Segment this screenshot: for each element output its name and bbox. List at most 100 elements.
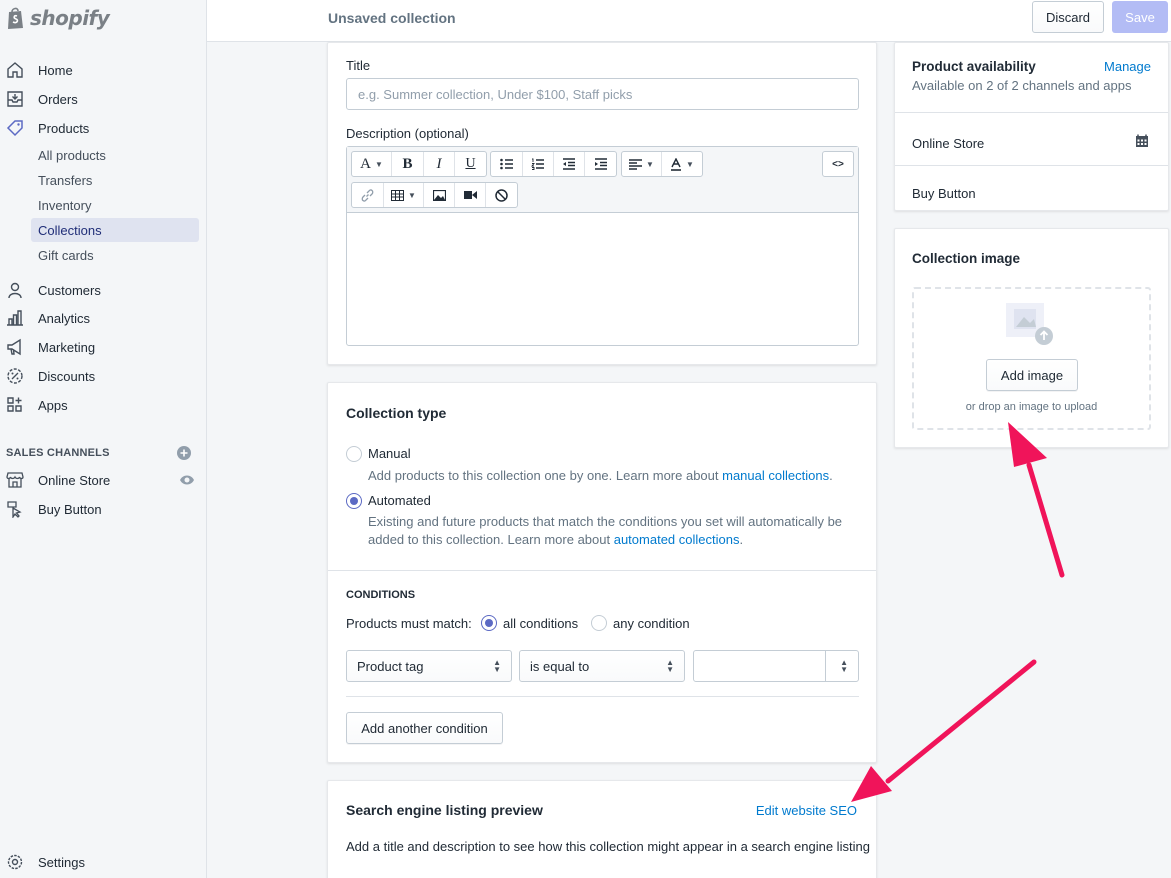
numbered-list-button[interactable] <box>523 152 554 176</box>
italic-button[interactable]: I <box>424 152 455 176</box>
condition-field-select[interactable]: Product tag ▲ ▼ <box>346 650 512 682</box>
condition-operator-value: is equal to <box>530 658 590 674</box>
title-label: Title <box>346 58 371 73</box>
nav-customers-label: Customers <box>38 282 101 298</box>
insert-table-button[interactable]: ▼ <box>384 183 424 207</box>
outdent-button[interactable] <box>554 152 585 176</box>
clear-formatting-button[interactable] <box>486 183 517 207</box>
manual-label[interactable]: Manual <box>368 446 411 461</box>
collection-image-card: Collection image Add image or drop an im… <box>894 228 1169 448</box>
nav-home[interactable]: Home <box>0 57 73 83</box>
nav-orders[interactable]: Orders <box>0 86 78 112</box>
underline-button[interactable]: U <box>455 152 486 176</box>
page-title: Unsaved collection <box>328 10 456 26</box>
sub-inventory[interactable]: Inventory <box>31 193 199 217</box>
condition-operator-select[interactable]: is equal to ▲ ▼ <box>519 650 685 682</box>
automated-label[interactable]: Automated <box>368 493 431 508</box>
nav-discounts[interactable]: Discounts <box>0 363 95 389</box>
format-group: A ▼ B I U <box>351 151 487 177</box>
condition-field-value: Product tag <box>357 658 424 674</box>
font-style-button[interactable]: A ▼ <box>352 152 392 176</box>
description-editor[interactable]: A ▼ B I U ▼ ▼ <> ▼ <box>346 146 859 346</box>
sub-gift-cards[interactable]: Gift cards <box>31 243 199 267</box>
shopify-logo[interactable]: shopify <box>6 5 110 31</box>
channel-online-store: Online Store <box>912 136 985 151</box>
drop-hint: or drop an image to upload <box>965 401 1098 413</box>
clear-format-icon <box>495 188 508 202</box>
automated-collections-link[interactable]: automated collections <box>614 532 740 547</box>
shopify-bag-icon <box>8 7 23 29</box>
nav-online-store-label: Online Store <box>38 472 111 488</box>
chevron-down-icon: ▼ <box>374 159 383 169</box>
top-bar: Unsaved collection Discard Save <box>207 0 1171 42</box>
conditions-divider <box>346 696 859 697</box>
collection-details-card: Title e.g. Summer collection, Under $100… <box>327 42 877 365</box>
apps-icon <box>4 394 26 416</box>
nav-marketing[interactable]: Marketing <box>0 334 95 360</box>
nav-buy-button[interactable]: Buy Button <box>0 496 102 522</box>
any-condition-label[interactable]: any condition <box>613 616 690 631</box>
image-dropzone[interactable]: Add image or drop an image to upload <box>912 287 1151 430</box>
calendar-icon[interactable] <box>1135 134 1149 148</box>
nav-analytics[interactable]: Analytics <box>0 305 90 331</box>
nav-online-store[interactable]: Online Store <box>0 467 195 493</box>
add-channel-icon[interactable] <box>177 446 191 460</box>
bullet-list-icon <box>499 158 513 170</box>
edit-seo-link[interactable]: Edit website SEO <box>756 803 857 818</box>
manual-radio[interactable] <box>346 446 362 462</box>
chevron-down-icon: ▼ <box>408 190 416 200</box>
shopify-wordmark: shopify <box>30 6 110 30</box>
nav-discounts-label: Discounts <box>38 368 96 384</box>
sub-all-products[interactable]: All products <box>31 143 199 167</box>
sales-channels-heading: SALES CHANNELS <box>6 446 191 460</box>
seo-card: Search engine listing preview Edit websi… <box>327 780 877 878</box>
image-icon <box>432 189 446 201</box>
align-left-icon <box>629 158 643 170</box>
add-condition-button[interactable]: Add another condition <box>346 712 503 744</box>
sub-collections[interactable]: Collections <box>31 218 199 242</box>
insert-image-button[interactable] <box>424 183 455 207</box>
condition-value-input[interactable]: ▲ ▼ <box>693 650 859 682</box>
orders-icon <box>4 88 26 110</box>
nav-settings[interactable]: Settings <box>0 849 85 875</box>
sub-transfers[interactable]: Transfers <box>31 168 199 192</box>
collection-type-heading: Collection type <box>346 405 447 421</box>
text-color-button[interactable]: ▼ <box>662 152 702 176</box>
align-button[interactable]: ▼ <box>622 152 662 176</box>
insert-group: ▼ <box>351 182 518 208</box>
manual-collections-link[interactable]: manual collections <box>722 468 829 483</box>
sales-channels-label: SALES CHANNELS <box>6 447 110 459</box>
manage-link[interactable]: Manage <box>1104 59 1151 74</box>
arrow-to-edit-seo <box>851 659 1037 802</box>
nav-marketing-label: Marketing <box>38 339 96 355</box>
bullet-list-button[interactable] <box>491 152 523 176</box>
view-store-eye-icon[interactable] <box>179 473 195 487</box>
nav-apps-label: Apps <box>38 397 68 413</box>
indent-button[interactable] <box>585 152 616 176</box>
all-conditions-radio[interactable] <box>481 615 497 631</box>
automated-help-text-1: Existing and future products that match … <box>368 514 843 529</box>
insert-video-button[interactable] <box>455 183 486 207</box>
automated-help: added to this collection. Learn more abo… <box>368 532 614 547</box>
bold-button[interactable]: B <box>392 152 424 176</box>
title-input[interactable]: e.g. Summer collection, Under $100, Staf… <box>346 78 859 110</box>
nav-apps[interactable]: Apps <box>0 392 68 418</box>
nav-customers[interactable]: Customers <box>0 277 101 303</box>
discounts-icon <box>4 365 26 387</box>
discard-button[interactable]: Discard <box>1032 1 1104 33</box>
seo-description: Add a title and description to see how t… <box>346 839 870 854</box>
indent-icon <box>594 158 607 170</box>
availability-divider <box>895 112 1168 113</box>
select-arrows-icon: ▲ ▼ <box>840 658 848 674</box>
all-conditions-label[interactable]: all conditions <box>503 616 578 631</box>
channel-buy-button: Buy Button <box>912 186 976 201</box>
analytics-icon <box>4 307 26 329</box>
insert-link-button[interactable] <box>352 183 384 207</box>
show-html-button[interactable]: <> <box>823 152 853 176</box>
any-condition-radio[interactable] <box>591 615 607 631</box>
automated-radio[interactable] <box>346 493 362 509</box>
value-divider <box>825 651 826 681</box>
add-image-button[interactable]: Add image <box>986 359 1078 391</box>
save-button[interactable]: Save <box>1112 1 1168 33</box>
nav-products[interactable]: Products <box>0 115 89 141</box>
